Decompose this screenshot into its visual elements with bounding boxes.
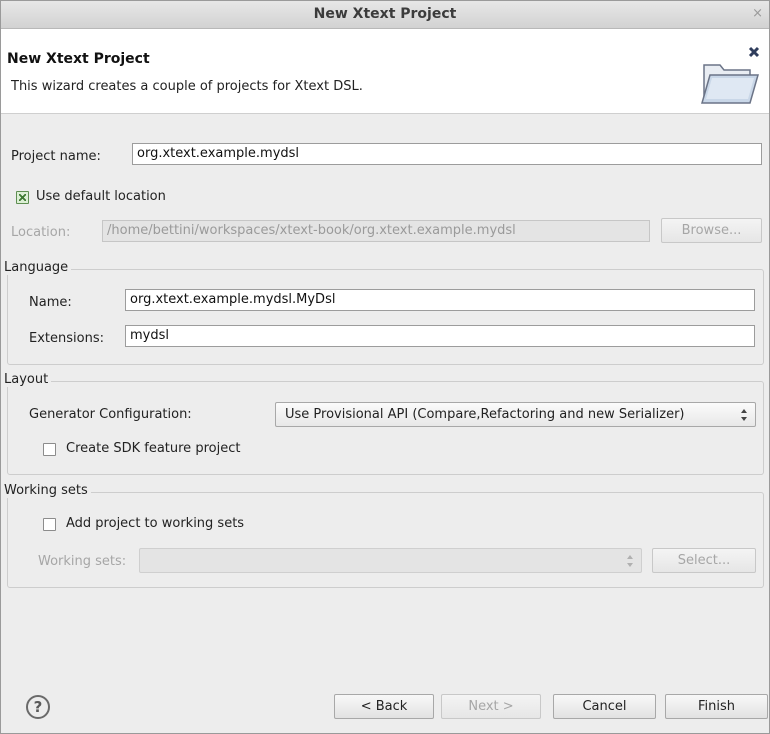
use-default-location-label: Use default location bbox=[36, 189, 166, 204]
create-sdk-feature-label: Create SDK feature project bbox=[66, 441, 241, 456]
location-field: /home/bettini/workspaces/xtext-book/org.… bbox=[102, 220, 650, 242]
working-sets-select bbox=[139, 548, 642, 573]
use-default-location-checkbox[interactable] bbox=[16, 191, 29, 204]
title-bar[interactable]: New Xtext Project × bbox=[1, 1, 769, 29]
add-to-working-sets-checkbox[interactable] bbox=[43, 518, 56, 531]
back-button[interactable]: < Back bbox=[334, 694, 434, 719]
layout-group-label: Layout bbox=[4, 372, 52, 387]
language-name-field[interactable]: org.xtext.example.mydsl.MyDsl bbox=[125, 289, 755, 311]
create-sdk-feature-checkbox[interactable] bbox=[43, 443, 56, 456]
working-sets-label: Working sets: bbox=[38, 554, 127, 569]
working-sets-group-label: Working sets bbox=[4, 483, 91, 498]
extensions-field[interactable]: mydsl bbox=[125, 325, 755, 347]
new-xtext-project-dialog: New Xtext Project × New Xtext Project Th… bbox=[0, 0, 770, 734]
next-button: Next > bbox=[441, 694, 541, 719]
updown-arrows-icon bbox=[627, 555, 633, 567]
updown-arrows-icon bbox=[741, 409, 747, 421]
language-group-label: Language bbox=[4, 260, 72, 275]
project-name-field[interactable]: org.xtext.example.mydsl bbox=[132, 143, 762, 165]
window-title: New Xtext Project bbox=[313, 6, 457, 22]
generator-configuration-select[interactable]: Use Provisional API (Compare,Refactoring… bbox=[275, 402, 756, 427]
help-icon[interactable]: ? bbox=[26, 695, 50, 719]
extensions-label: Extensions: bbox=[29, 331, 104, 346]
wizard-title: New Xtext Project bbox=[7, 51, 150, 67]
layout-group bbox=[7, 381, 764, 475]
select-working-sets-button: Select... bbox=[652, 548, 756, 573]
wizard-header: New Xtext Project This wizard creates a … bbox=[1, 29, 769, 114]
open-folder-icon bbox=[701, 46, 760, 104]
generator-configuration-label: Generator Configuration: bbox=[29, 407, 192, 422]
location-label: Location: bbox=[11, 225, 71, 240]
cancel-button[interactable]: Cancel bbox=[553, 694, 656, 719]
generator-configuration-value: Use Provisional API (Compare,Refactoring… bbox=[285, 407, 685, 422]
finish-button[interactable]: Finish bbox=[665, 694, 768, 719]
browse-button: Browse... bbox=[661, 218, 762, 243]
wizard-description: This wizard creates a couple of projects… bbox=[11, 79, 363, 94]
working-sets-group bbox=[7, 492, 764, 588]
project-name-label: Project name: bbox=[11, 149, 101, 164]
add-to-working-sets-label: Add project to working sets bbox=[66, 516, 245, 531]
language-group bbox=[7, 269, 764, 365]
language-name-label: Name: bbox=[29, 295, 72, 310]
close-icon[interactable]: × bbox=[752, 6, 763, 21]
